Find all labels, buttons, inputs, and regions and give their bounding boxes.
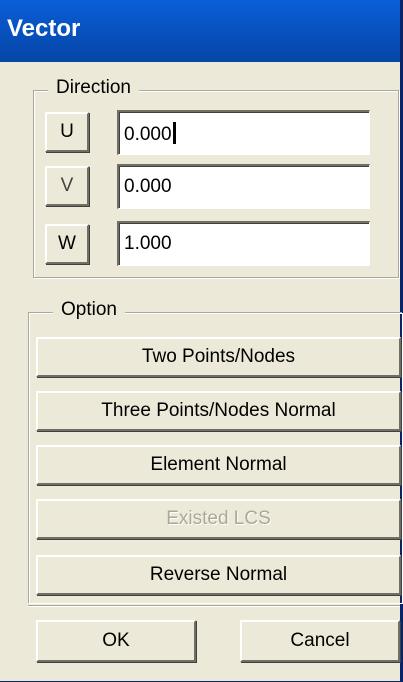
direction-legend: Direction [48, 77, 139, 99]
u-value-input[interactable]: 0.000 [117, 110, 370, 155]
vector-dialog: Vector Direction U 0.000 V 0.000 W 1.000… [0, 0, 403, 682]
w-axis-button[interactable]: W [45, 224, 89, 264]
text-caret [172, 122, 176, 144]
three-points-nodes-normal-button[interactable]: Three Points/Nodes Normal [36, 391, 401, 431]
reverse-normal-button[interactable]: Reverse Normal [36, 555, 401, 595]
u-value-text: 0.000 [124, 124, 172, 145]
w-value-input[interactable]: 1.000 [117, 221, 370, 266]
u-axis-button[interactable]: U [45, 112, 89, 152]
v-axis-button[interactable]: V [45, 166, 89, 206]
footer-separator [28, 605, 400, 607]
two-points-nodes-button[interactable]: Two Points/Nodes [36, 337, 401, 377]
existed-lcs-button: Existed LCS [36, 499, 401, 539]
element-normal-button[interactable]: Element Normal [36, 445, 401, 485]
title-bar[interactable]: Vector [0, 0, 400, 62]
v-value-input[interactable]: 0.000 [117, 164, 370, 209]
option-legend: Option [53, 299, 125, 321]
window-title: Vector [7, 15, 81, 42]
ok-button[interactable]: OK [36, 620, 196, 662]
cancel-button[interactable]: Cancel [240, 620, 400, 662]
